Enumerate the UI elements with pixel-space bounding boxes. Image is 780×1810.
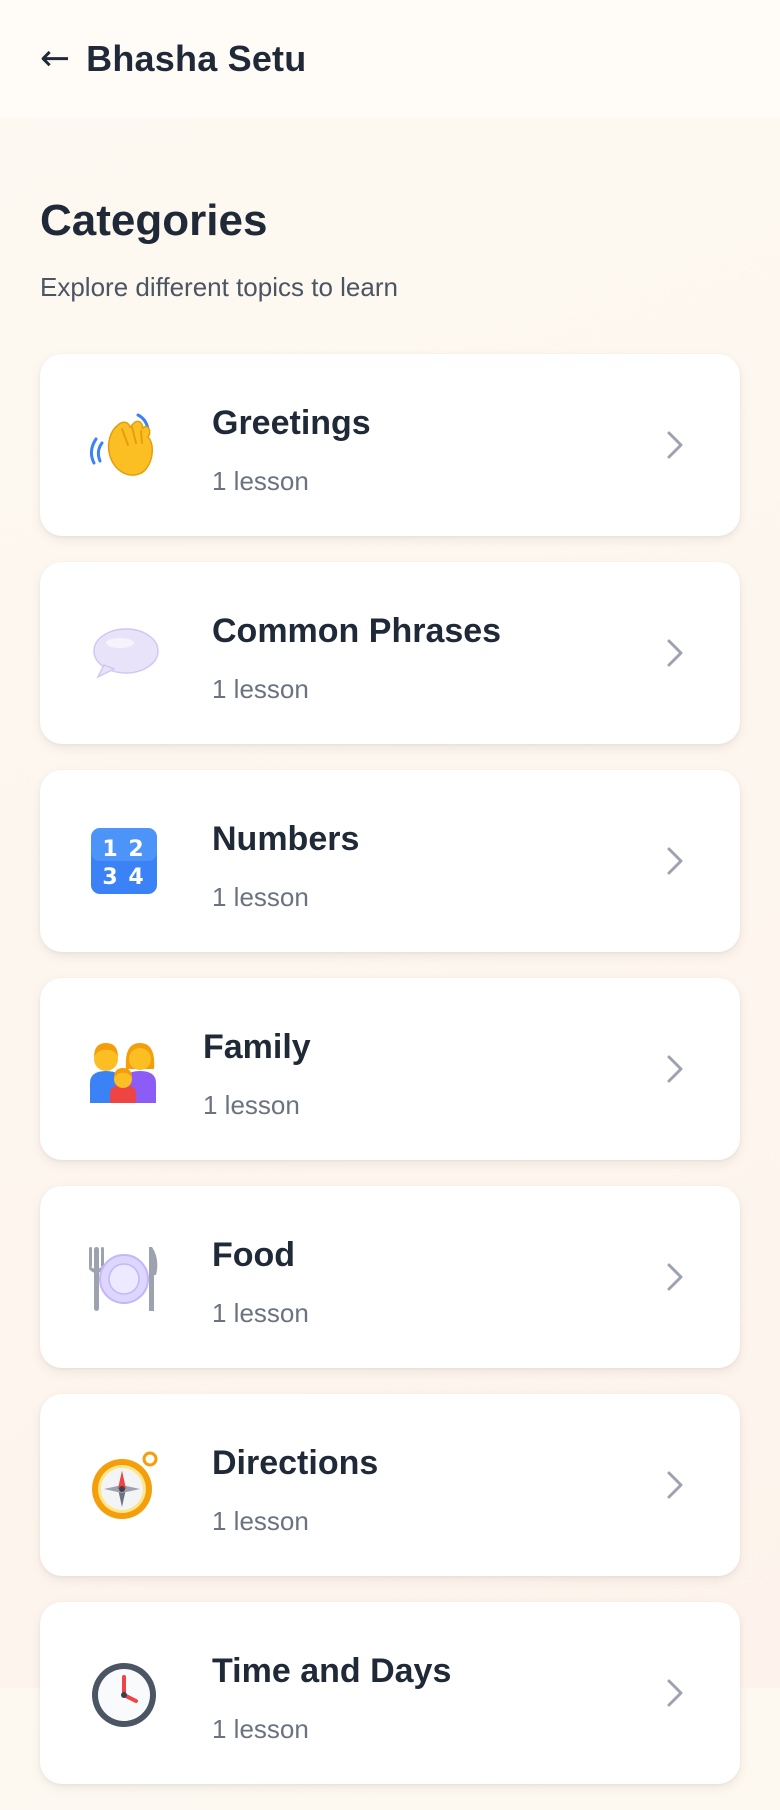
svg-text:4: 4: [128, 865, 143, 890]
category-card-food[interactable]: Food 1 lesson: [40, 1186, 740, 1368]
page-title: Categories: [40, 196, 268, 245]
svg-text:3: 3: [102, 865, 117, 890]
chevron-right-icon: [658, 636, 692, 670]
category-card-family[interactable]: Family 1 lesson: [40, 978, 740, 1160]
lesson-count: 1 lesson: [212, 1714, 309, 1744]
category-card-numbers[interactable]: 1 2 3 4 Numbers 1 lesson: [40, 770, 740, 952]
category-card-common-phrases[interactable]: Common Phrases 1 lesson: [40, 562, 740, 744]
category-card-greetings[interactable]: Greetings 1 lesson: [40, 354, 740, 536]
category-list: Greetings 1 lesson Common Phrases 1 less…: [40, 354, 740, 1810]
chevron-right-icon: [658, 1260, 692, 1294]
category-title: Food: [212, 1236, 296, 1274]
chevron-right-icon: [658, 1468, 692, 1502]
lesson-count: 1 lesson: [212, 1298, 309, 1328]
lesson-count: 1 lesson: [212, 882, 309, 912]
category-title: Directions: [212, 1444, 379, 1482]
category-title: Time and Days: [212, 1652, 452, 1690]
speech-bubble-icon: [88, 617, 160, 689]
category-card-time-and-days[interactable]: Time and Days 1 lesson: [40, 1602, 740, 1784]
clock-icon: [88, 1657, 160, 1729]
numbers-keycap-icon: 1 2 3 4: [88, 825, 160, 897]
waving-hand-icon: [88, 409, 160, 481]
category-title: Family: [203, 1028, 311, 1066]
category-title: Common Phrases: [212, 612, 502, 650]
page-subtitle: Explore different topics to learn: [40, 272, 398, 302]
svg-text:1: 1: [102, 837, 117, 862]
plate-fork-knife-icon: [88, 1241, 160, 1313]
lesson-count: 1 lesson: [203, 1090, 300, 1120]
top-bar: ← Bhasha Setu: [0, 0, 780, 118]
svg-text:2: 2: [128, 837, 143, 862]
chevron-right-icon: [658, 1052, 692, 1086]
back-arrow-icon[interactable]: ←: [40, 41, 70, 77]
chevron-right-icon: [658, 1676, 692, 1710]
chevron-right-icon: [658, 844, 692, 878]
lesson-count: 1 lesson: [212, 466, 309, 496]
chevron-right-icon: [658, 428, 692, 462]
app-title: Bhasha Setu: [86, 38, 307, 79]
family-icon: [88, 1033, 160, 1105]
compass-icon: [88, 1449, 160, 1521]
lesson-count: 1 lesson: [212, 1506, 309, 1536]
category-title: Greetings: [212, 404, 371, 442]
category-card-directions[interactable]: Directions 1 lesson: [40, 1394, 740, 1576]
lesson-count: 1 lesson: [212, 674, 309, 704]
category-title: Numbers: [212, 820, 360, 858]
